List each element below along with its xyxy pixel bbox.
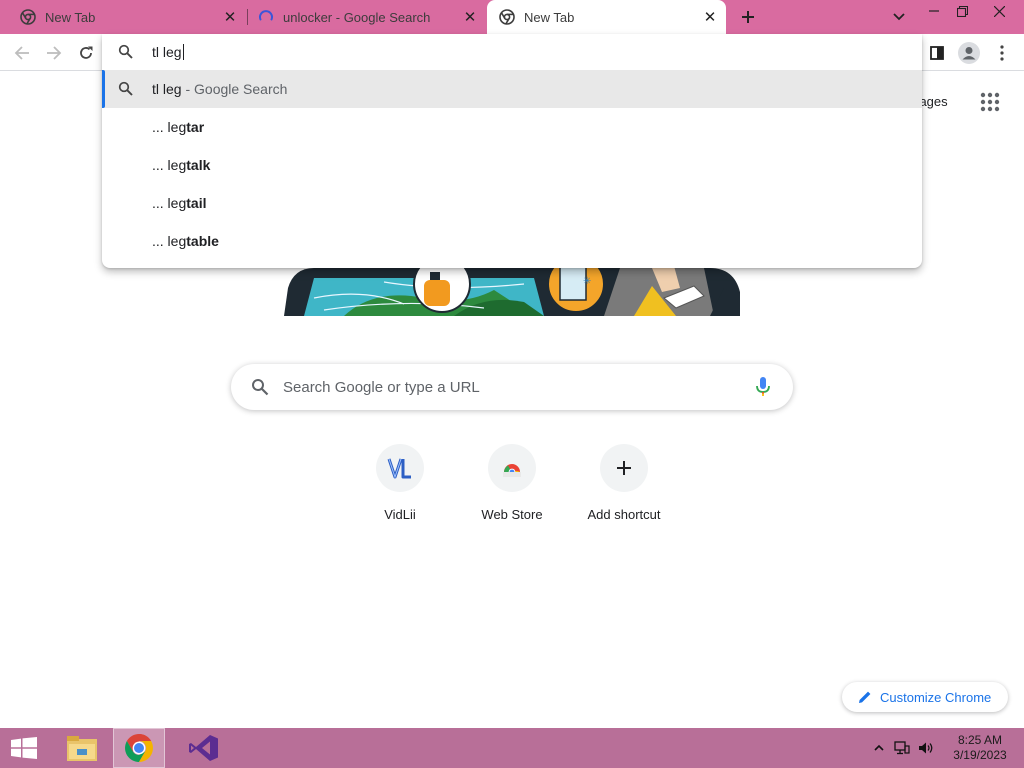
suggestion-item[interactable]: ... legtable xyxy=(102,222,922,260)
close-window-button[interactable] xyxy=(982,0,1016,22)
search-placeholder: Search Google or type a URL xyxy=(283,379,480,396)
avatar-icon xyxy=(958,42,980,64)
taskbar: 8:25 AM 3/19/2023 xyxy=(0,728,1024,768)
taskbar-file-explorer[interactable] xyxy=(56,728,108,768)
taskbar-chrome[interactable] xyxy=(113,728,165,768)
pencil-icon xyxy=(859,691,871,703)
svg-text:✳: ✳ xyxy=(583,276,591,287)
arrow-left-icon xyxy=(14,46,29,60)
shortcut-label: Add shortcut xyxy=(587,507,661,522)
tab-title: New Tab xyxy=(45,9,96,25)
shortcut-vidlii[interactable]: VidLii xyxy=(344,442,456,532)
plus-icon xyxy=(617,461,631,475)
back-button[interactable] xyxy=(9,40,35,66)
suggestion-text: tl leg - Google Search xyxy=(152,81,288,97)
loading-spinner-icon xyxy=(259,10,273,21)
restore-icon xyxy=(956,5,968,17)
side-panel-button[interactable] xyxy=(924,40,950,66)
suggestion-item[interactable]: ... legtar xyxy=(102,108,922,146)
vidlii-icon xyxy=(387,458,411,479)
taskbar-clock[interactable]: 8:25 AM 3/19/2023 xyxy=(944,733,1016,763)
webstore-icon xyxy=(503,464,521,477)
google-apps-icon[interactable] xyxy=(980,92,1000,112)
shortcut-tile xyxy=(488,444,536,492)
shortcut-web-store[interactable]: Web Store xyxy=(456,442,568,532)
close-tab-icon[interactable]: ✕ xyxy=(462,9,478,26)
profile-button[interactable] xyxy=(956,40,982,66)
new-tab-button[interactable] xyxy=(736,5,760,29)
suggestion-text: ... legtar xyxy=(152,119,205,135)
tab-new-tab-1[interactable]: New Tab ✕ xyxy=(0,0,246,34)
start-button[interactable] xyxy=(0,728,48,768)
shortcut-tile xyxy=(600,444,648,492)
address-bar[interactable]: tl leg xyxy=(102,34,922,70)
tab-search-button[interactable] xyxy=(888,6,910,28)
taskbar-visual-studio[interactable] xyxy=(178,728,230,768)
visual-studio-icon xyxy=(189,735,218,761)
google-doodle-image[interactable]: ✳ xyxy=(284,268,740,316)
chevron-down-icon xyxy=(893,13,905,21)
shortcut-label: VidLii xyxy=(384,507,416,522)
customize-chrome-button[interactable]: Customize Chrome xyxy=(842,682,1008,712)
arrow-right-icon xyxy=(47,46,62,60)
shortcut-tile xyxy=(376,444,424,492)
clock-date: 3/19/2023 xyxy=(953,748,1007,762)
close-icon xyxy=(993,5,1005,17)
search-icon xyxy=(118,81,133,96)
clock-time: 8:25 AM xyxy=(957,733,1003,747)
reload-button[interactable] xyxy=(73,40,99,66)
search-box[interactable]: Search Google or type a URL xyxy=(231,364,793,410)
chrome-icon xyxy=(499,9,515,25)
shortcut-label: Web Store xyxy=(481,507,543,522)
folder-icon xyxy=(67,736,97,761)
show-hidden-icons-icon[interactable] xyxy=(874,744,884,752)
tab-title: unlocker - Google Search xyxy=(283,9,431,25)
more-vert-icon xyxy=(1000,45,1004,61)
side-panel-icon xyxy=(930,46,944,60)
close-tab-icon[interactable]: ✕ xyxy=(702,9,718,26)
reload-icon xyxy=(80,46,93,59)
system-tray xyxy=(874,728,934,768)
chrome-menu-button[interactable] xyxy=(989,40,1015,66)
search-icon xyxy=(252,379,269,396)
address-input[interactable]: tl leg xyxy=(152,44,184,60)
customize-label: Customize Chrome xyxy=(880,689,992,705)
tab-title: New Tab xyxy=(524,9,575,25)
volume-icon[interactable] xyxy=(918,741,934,755)
suggestion-text: ... legtalk xyxy=(152,157,211,173)
tab-strip: New Tab ✕ unlocker - Google Search ✕ New… xyxy=(0,0,1024,34)
microphone-icon[interactable] xyxy=(755,376,771,398)
windows-logo-icon xyxy=(11,737,37,759)
text-caret xyxy=(182,44,184,60)
tab-new-tab-active[interactable]: New Tab ✕ xyxy=(487,0,726,34)
plus-icon xyxy=(742,11,754,23)
network-icon[interactable] xyxy=(894,741,910,755)
forward-button[interactable] xyxy=(41,40,67,66)
chrome-icon xyxy=(20,9,36,25)
suggestion-item[interactable]: ... legtail xyxy=(102,184,922,222)
add-shortcut-button[interactable]: Add shortcut xyxy=(568,442,680,532)
suggestion-text: ... legtable xyxy=(152,233,219,249)
suggestion-item[interactable]: tl leg - Google Search xyxy=(102,70,922,108)
close-tab-icon[interactable]: ✕ xyxy=(222,9,238,26)
omnibox-dropdown: tl leg tl leg - Google Search ... legtar… xyxy=(102,34,922,268)
restore-button[interactable] xyxy=(945,0,979,22)
tab-unlocker-search[interactable]: unlocker - Google Search ✕ xyxy=(248,0,486,34)
suggestion-item[interactable]: ... legtalk xyxy=(102,146,922,184)
suggestion-text: ... legtail xyxy=(152,195,207,211)
minimize-icon xyxy=(929,10,939,12)
chrome-icon xyxy=(125,734,153,762)
search-icon xyxy=(118,44,133,59)
